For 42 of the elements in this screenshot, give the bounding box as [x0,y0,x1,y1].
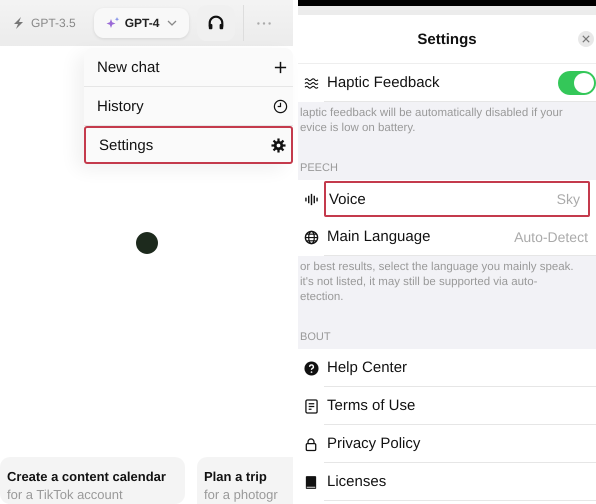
section-header: PEECH [298,152,596,180]
settings-row[interactable]: Licenses [324,464,596,500]
help-icon [304,360,318,376]
settings-icon [271,138,286,152]
model-tab[interactable]: GPT-4 [94,8,190,38]
globe-icon [304,230,318,244]
settings-row[interactable]: Voice Sky [324,181,590,217]
more-icon [256,20,272,26]
bolt-icon [12,16,26,30]
toggle-switch[interactable] [558,70,596,94]
section-header: BOUT [298,321,596,349]
plus-icon [273,60,288,74]
clock-icon [273,98,288,114]
close-icon [582,35,590,43]
suggestion-card[interactable]: Plan a trip for a photogr [197,457,293,504]
headphones-icon [207,14,226,32]
suggestion-card[interactable]: Create a content calendar for a TikTok account [0,457,185,504]
settings-row[interactable]: Terms of Use [324,388,596,424]
settings-row[interactable]: Privacy Policy [324,426,596,462]
suggestion-subtitle: for a photogr [204,487,279,502]
note-text: or best results, select the language you mainly speak. [300,260,575,275]
note-text: etection. [300,290,344,305]
note-text: it's not listed, it may still be supported via auto- [300,275,538,290]
chevron-down-icon [167,20,178,26]
sparkle-icon [106,16,120,30]
note-text: evice is low on battery. [300,121,416,136]
book-icon [305,474,317,490]
menu-item[interactable]: New chat [84,48,293,87]
menu-item[interactable]: History [84,87,293,126]
waves-icon [304,76,318,90]
lock-icon [305,436,317,452]
sound-wave-icon [304,192,318,206]
settings-row[interactable]: Help Center [324,350,596,386]
suggestion-title: Create a content calendar [7,469,167,484]
suggestion-title: Plan a trip [204,469,268,484]
note-text: laptic feedback will be automatically disabled if your [300,106,564,121]
loading-dot [136,232,158,254]
settings-title: Settings [417,30,477,48]
menu-item[interactable]: Settings [84,126,293,164]
close-button[interactable] [578,31,594,47]
suggestion-subtitle: for a TikTok account [7,487,124,502]
document-icon [304,398,318,414]
